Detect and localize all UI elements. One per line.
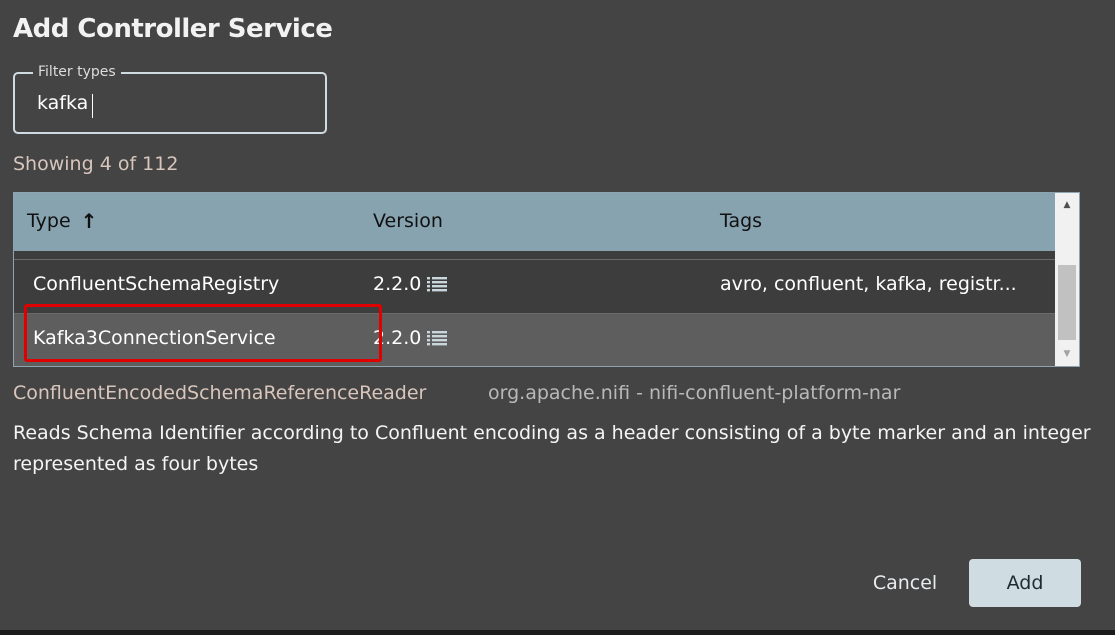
results-count: Showing 4 of 112 [13,153,179,175]
column-header-type-label: Type [27,210,71,232]
scroll-up-arrow-icon[interactable]: ▲ [1055,193,1079,217]
filter-types-input[interactable] [37,92,307,114]
bottom-edge [0,630,1115,635]
add-button[interactable]: Add [969,559,1081,607]
cell-version: 2.2.0 [373,327,448,349]
cell-tags: avro, confluent, kafka, registr... [720,273,1017,295]
cancel-button[interactable]: Cancel [856,560,954,606]
arrow-up-icon: ↑ [80,209,98,233]
table-header: Type ↑ Version Tags [14,193,1055,251]
dialog-title: Add Controller Service [13,14,333,44]
cell-type: ConfluentSchemaRegistry [33,273,280,295]
column-header-version-label: Version [373,210,443,232]
selected-type-name: ConfluentEncodedSchemaReferenceReader [13,382,427,404]
version-text: 2.2.0 [373,273,422,295]
column-header-type[interactable]: Type ↑ [27,210,97,232]
selected-type-description: Reads Schema Identifier according to Con… [13,422,1091,475]
filter-types-label: Filter types [33,64,121,80]
list-icon[interactable] [427,330,448,346]
scroll-down-arrow-icon[interactable]: ▼ [1055,342,1079,366]
list-icon[interactable] [427,276,448,292]
column-header-tags-label: Tags [720,210,763,232]
column-header-tags[interactable]: Tags [720,210,762,232]
filter-types-field[interactable]: Filter types [13,64,327,134]
table-scrollbar[interactable]: ▲ ▼ [1055,193,1079,366]
text-caret [92,94,93,118]
selected-type-bundle: org.apache.nifi - nifi-confluent-platfor… [488,382,901,404]
cell-version: 2.2.0 [373,273,448,295]
highlight-box [24,304,382,362]
column-header-version[interactable]: Version [373,210,443,232]
scrollbar-thumb[interactable] [1058,265,1076,340]
